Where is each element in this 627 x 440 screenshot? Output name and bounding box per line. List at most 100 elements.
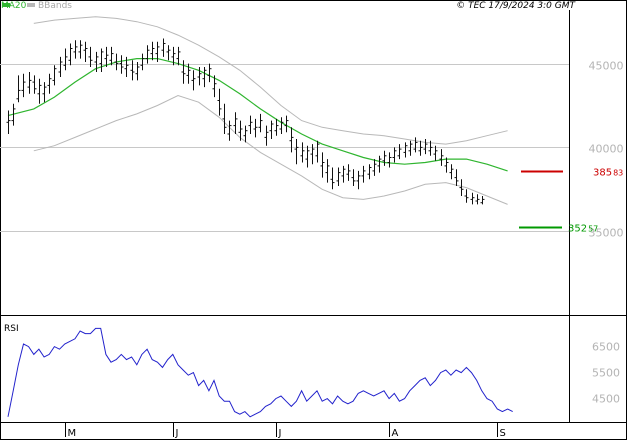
- x-axis: MJJAS: [65, 422, 506, 439]
- ohlc-bar: [202, 67, 207, 88]
- ohlc-bar: [403, 142, 408, 158]
- chart-canvas: MA20 BBands © TEC 17/9/2024 3:0 GMT 3500…: [0, 0, 627, 440]
- ohlc-bar: [243, 125, 248, 143]
- ohlc-bar: [274, 118, 279, 136]
- watermark: © TEC 17/9/2024 3:0 GMT: [456, 1, 576, 11]
- ohlc-bar: [58, 56, 63, 77]
- ohlc-bar: [16, 75, 21, 103]
- ohlc-bar: [47, 73, 52, 94]
- ohlc-bar: [356, 170, 361, 190]
- support-level-label-decimals: 57: [588, 225, 598, 234]
- ma20-line: [7, 57, 508, 172]
- x-month-label: A: [392, 428, 399, 439]
- rsi-title: RSI: [4, 324, 19, 334]
- ohlc-bar: [305, 145, 310, 168]
- ohlc-bar: [320, 152, 325, 178]
- ohlc-bar: [346, 164, 351, 181]
- ohlc-bar: [191, 70, 196, 91]
- ohlc-bar: [88, 46, 93, 67]
- ohlc-bar: [300, 142, 305, 163]
- ohlc-bar: [449, 164, 454, 180]
- ohlc-bar: [73, 40, 78, 59]
- ohlc-bar: [52, 65, 57, 86]
- resistance-level-label: 38583: [593, 168, 623, 179]
- ohlc-bar: [377, 155, 382, 173]
- ohlc-bar: [341, 165, 346, 183]
- x-month-label: J: [278, 428, 282, 439]
- ohlc-bar: [470, 192, 475, 205]
- ohlc-bar: [207, 63, 212, 83]
- ohlc-bar: [439, 149, 444, 166]
- ohlc-bar: [392, 147, 397, 163]
- chart-frame: [0, 0, 627, 440]
- ohlc-bar: [480, 196, 485, 205]
- ohlc-bar: [279, 117, 284, 134]
- resistance-level-label-decimals: 83: [613, 169, 623, 178]
- ohlc-bar: [413, 137, 418, 153]
- ohlc-bar: [238, 120, 243, 141]
- legend-ma20-label: MA20: [1, 1, 27, 11]
- ohlc-bar: [37, 78, 42, 104]
- ohlc-bar: [217, 88, 222, 116]
- ohlc-bar: [166, 45, 171, 61]
- ohlc-bar: [150, 41, 155, 61]
- x-month-label: S: [500, 428, 506, 439]
- x-month-label: M: [68, 428, 77, 439]
- ohlc-bar: [454, 169, 459, 186]
- ohlc-bar: [408, 140, 413, 156]
- ohlc-bar: [325, 159, 330, 183]
- ohlc-bar: [351, 169, 356, 186]
- support-level-label: 35257: [568, 224, 598, 235]
- ohlc-bar: [6, 110, 11, 134]
- ohlc-bar: [367, 164, 372, 180]
- ohlc-bar: [289, 127, 294, 153]
- y-tick-label: 45000: [589, 60, 624, 73]
- ohlc-bar: [248, 115, 253, 134]
- ohlc-bar: [21, 73, 26, 98]
- ohlc-bar: [233, 112, 238, 134]
- ohlc-bar: [32, 75, 37, 94]
- rsi-y-tick-label: 5500: [592, 367, 620, 380]
- ohlc-bar: [63, 48, 68, 71]
- rsi-y-tick-label: 6500: [592, 341, 620, 354]
- ohlc-bar: [181, 60, 186, 84]
- ohlc-bar: [315, 140, 320, 163]
- price-y-axis-labels: 350004000045000: [589, 60, 624, 240]
- rsi-y-tick-label: 4500: [592, 393, 620, 406]
- y-tick-label: 40000: [589, 143, 624, 156]
- x-month-label: J: [175, 428, 179, 439]
- ohlc-bar: [104, 46, 109, 67]
- ohlc-bar: [78, 40, 83, 59]
- ohlc-bar: [418, 140, 423, 156]
- bollinger-bands: [33, 16, 508, 205]
- ohlc-bar: [253, 118, 258, 138]
- ohlc-bar: [423, 139, 428, 155]
- legend-bbands-label: BBands: [38, 1, 72, 11]
- rsi-line: [7, 327, 513, 418]
- ohlc-bar: [361, 165, 366, 183]
- ohlc-bar: [264, 125, 269, 146]
- ohlc-bar: [99, 48, 104, 72]
- ohlc-bar: [145, 45, 150, 64]
- ma20-polyline: [7, 57, 508, 172]
- ohlc-bar: [130, 60, 135, 81]
- ohlc-bar: [258, 113, 263, 133]
- ohlc-bar: [382, 150, 387, 166]
- ohlc-bar: [176, 46, 181, 66]
- ohlc-bar: [459, 179, 464, 196]
- ohlc-bar: [42, 82, 47, 103]
- ohlc-bar: [227, 120, 232, 141]
- ohlc-bars: [6, 38, 485, 205]
- ohlc-bar: [397, 144, 402, 160]
- ohlc-bar: [475, 194, 480, 205]
- ohlc-bar: [336, 167, 341, 186]
- legend: MA20 BBands: [1, 1, 72, 11]
- price-grid: [0, 64, 569, 232]
- legend-bbands-swatch: [27, 3, 35, 7]
- ohlc-bar: [83, 41, 88, 62]
- ohlc-bar: [387, 152, 392, 168]
- ohlc-bar: [140, 53, 145, 71]
- ohlc-bar: [161, 38, 166, 57]
- ohlc-bar: [222, 103, 227, 134]
- ohlc-bar: [269, 120, 274, 139]
